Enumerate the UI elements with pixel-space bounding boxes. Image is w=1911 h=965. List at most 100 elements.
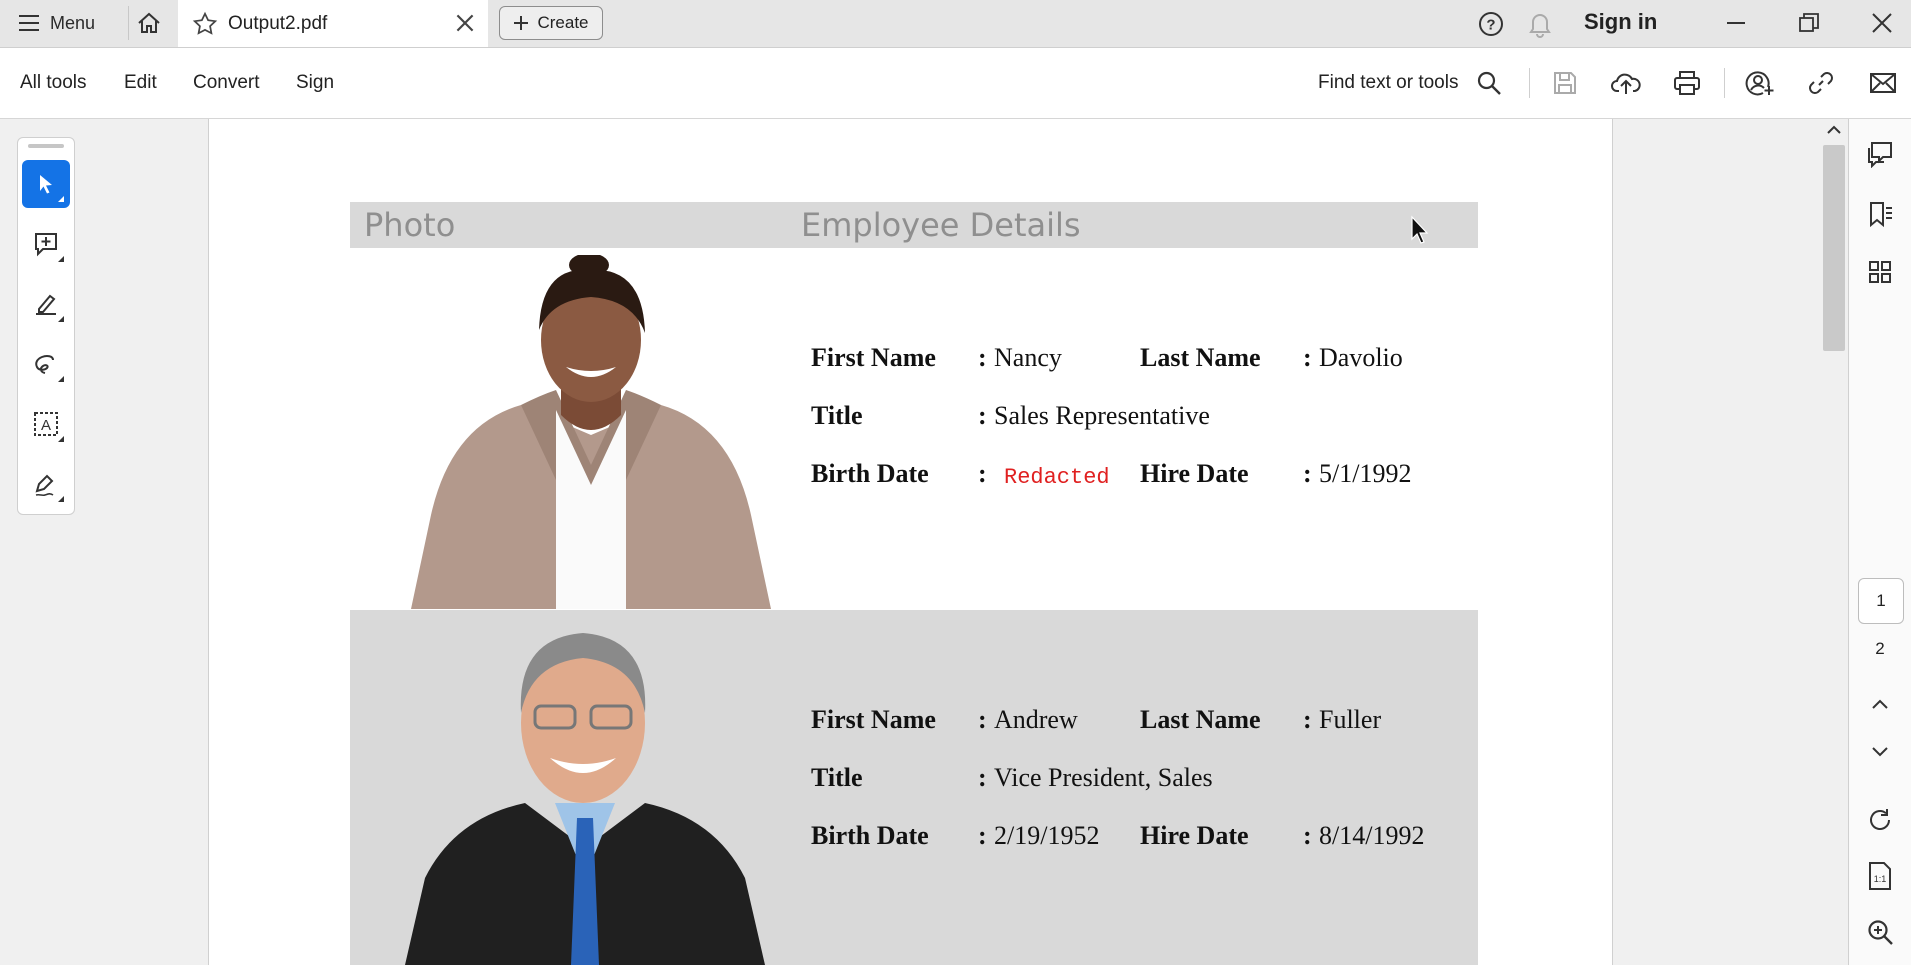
toolbar-divider [1724,68,1725,98]
sign-tool-button[interactable] [22,460,70,508]
freehand-draw-icon [33,351,59,377]
scrollbar-thumb[interactable] [1823,145,1845,351]
search-icon[interactable] [1472,66,1506,100]
hire-date-label: Hire Date [1140,459,1249,488]
field-colon: : [978,763,987,792]
help-icon[interactable]: ? [1476,9,1506,39]
highlight-tool-button[interactable] [22,280,70,328]
menu-convert[interactable]: Convert [193,72,260,94]
svg-text:A: A [41,417,51,434]
page-2-button[interactable]: 2 [1858,627,1902,671]
more-options-indicator [58,496,64,502]
hire-date-value: 8/14/1992 [1319,821,1425,850]
sign-in-link[interactable]: Sign in [1584,9,1657,35]
field-colon: : [978,705,987,734]
menu-label: Menu [50,12,96,33]
email-icon[interactable] [1866,66,1900,100]
more-options-indicator [58,436,64,442]
field-colon: : [1303,343,1312,372]
tab-bar: Menu Output2.pdf Create ? Sign in [0,0,1911,48]
text-box-icon: A [33,411,59,437]
find-text-label[interactable]: Find text or tools [1318,72,1458,94]
create-button[interactable]: Create [499,6,603,40]
rotate-icon[interactable] [1862,802,1898,838]
svg-text:?: ? [1486,17,1495,34]
more-options-indicator [58,376,64,382]
birth-date-label: Birth Date [811,821,929,850]
save-icon[interactable] [1548,66,1582,100]
first-name-value: Andrew [994,705,1078,734]
link-icon[interactable] [1804,66,1838,100]
field-colon: : [1303,821,1312,850]
home-button[interactable] [128,6,169,40]
last-name-label: Last Name [1140,705,1261,734]
title-label: Title [811,763,863,792]
field-colon: : [978,459,987,488]
restore-icon[interactable] [1793,6,1825,40]
page-gutter [1612,119,1821,965]
field-colon: : [978,821,987,850]
minimize-icon[interactable] [1720,6,1752,40]
comment-plus-icon [33,231,59,257]
page-1-button[interactable]: 1 [1858,578,1904,624]
thumbnails-grid-icon[interactable] [1862,254,1898,290]
draw-tool-button[interactable] [22,340,70,388]
bell-icon[interactable] [1525,9,1555,39]
first-name-label: First Name [811,343,936,372]
right-rail [1848,119,1911,965]
menu-all-tools[interactable]: All tools [20,72,87,94]
first-name-label: First Name [811,705,936,734]
quick-tools-panel: A [17,137,75,515]
last-name-value: Davolio [1319,343,1403,372]
comments-icon[interactable] [1862,136,1898,172]
redacted-birth-date: Redacted [1004,465,1110,490]
field-colon: : [1303,459,1312,488]
employee-photo [411,255,771,609]
scroll-up-arrow-icon[interactable] [1826,124,1842,136]
field-colon: : [978,401,987,430]
title-label: Title [811,401,863,430]
more-options-indicator [58,256,64,262]
bookmarks-icon[interactable] [1862,196,1898,232]
pen-sign-icon [33,471,59,497]
title-value: Vice President, Sales [994,763,1213,792]
print-icon[interactable] [1670,66,1704,100]
close-icon[interactable] [452,10,478,36]
menu-sign[interactable]: Sign [296,72,334,94]
panel-drag-handle[interactable] [28,144,64,148]
employee-photo [405,618,765,965]
toolbar-divider [1529,68,1530,98]
select-tool-button[interactable] [22,160,70,208]
hire-date-label: Hire Date [1140,821,1249,850]
more-options-indicator [58,196,64,202]
next-page-icon[interactable] [1862,734,1898,770]
menu-edit[interactable]: Edit [124,72,157,94]
birth-date-label: Birth Date [811,459,929,488]
last-name-label: Last Name [1140,343,1261,372]
field-colon: : [1303,705,1312,734]
menu-button[interactable]: Menu [10,6,103,40]
hamburger-icon [18,14,40,32]
header-photo: Photo [364,206,456,244]
tab-title: Output2.pdf [228,12,328,34]
window-close-icon[interactable] [1866,6,1898,40]
star-icon[interactable] [192,11,218,37]
header-employee-details: Employee Details [801,206,1081,244]
add-comment-tool-button[interactable] [22,220,70,268]
birth-date-value: 2/19/1952 [994,821,1100,850]
zoom-in-icon[interactable] [1862,914,1898,950]
home-icon [137,12,161,34]
title-value: Sales Representative [994,401,1210,430]
mouse-cursor-icon [1410,215,1430,245]
document-tab[interactable]: Output2.pdf [178,0,488,47]
create-label: Create [537,13,589,32]
cloud-upload-icon[interactable] [1609,66,1643,100]
actual-size-icon[interactable]: 1:1 [1862,858,1898,894]
first-name-value: Nancy [994,343,1062,372]
more-options-indicator [58,316,64,322]
add-user-icon[interactable] [1743,66,1777,100]
previous-page-icon[interactable] [1862,686,1898,722]
plus-icon [513,15,529,31]
hire-date-value: 5/1/1992 [1319,459,1412,488]
text-box-tool-button[interactable]: A [22,400,70,448]
